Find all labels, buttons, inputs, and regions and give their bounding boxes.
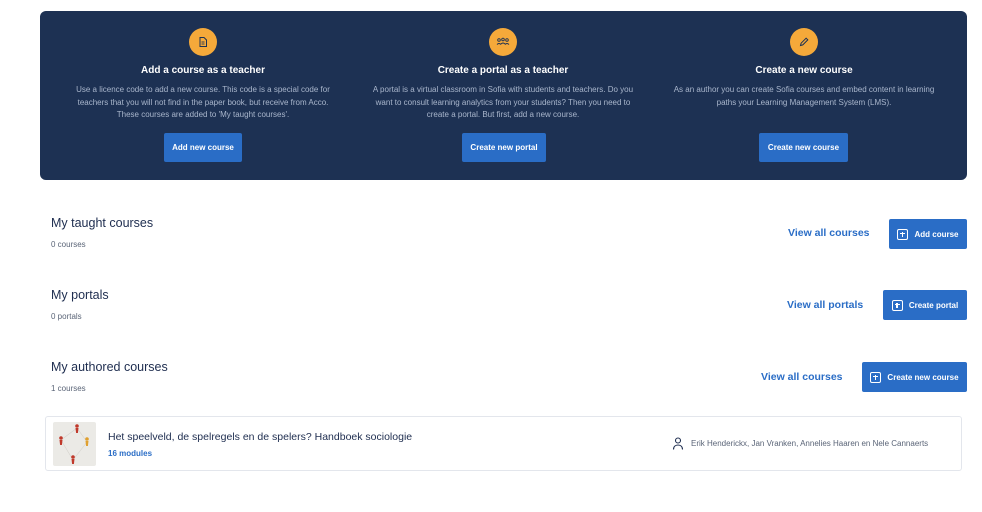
section-title: My portals [51, 288, 109, 302]
add-new-course-button[interactable]: Add new course [164, 133, 242, 162]
button-label: Create new course [887, 372, 959, 382]
hero-title: Add a course as a teacher [141, 65, 265, 76]
authored-courses-section: My authored courses 1 courses [51, 360, 168, 393]
create-new-course-section-button[interactable]: Create new course [862, 362, 967, 392]
hero-description: Use a licence code to add a new course. … [76, 85, 330, 119]
pencil-icon [790, 28, 818, 56]
hero-column-create-portal: Create a portal as a teacher A portal is… [353, 11, 653, 180]
course-thumbnail [53, 422, 96, 466]
person-icon [672, 437, 684, 450]
view-all-taught-courses-link[interactable]: View all courses [788, 227, 870, 239]
plus-square-icon [891, 299, 903, 311]
section-title: My taught courses [51, 216, 154, 230]
hero-title: Create a new course [755, 65, 853, 76]
hero-title: Create a portal as a teacher [437, 65, 569, 76]
course-title: Het speelveld, de spelregels en de spele… [108, 431, 413, 443]
create-new-portal-button[interactable]: Create new portal [462, 133, 546, 162]
button-label: Create portal [908, 300, 959, 310]
button-label: Add course [914, 229, 959, 239]
taught-courses-section: My taught courses 0 courses [51, 216, 153, 249]
hero-banner: Add a course as a teacher Use a licence … [40, 11, 967, 180]
view-all-portals-link[interactable]: View all portals [787, 299, 863, 311]
create-new-course-button[interactable]: Create new course [759, 133, 848, 162]
add-course-button[interactable]: Add course [889, 219, 967, 249]
hero-description: A portal is a virtual classroom in Sofia… [372, 85, 634, 119]
plus-square-icon [897, 228, 909, 240]
section-title: My authored courses [51, 360, 168, 374]
group-icon [489, 28, 517, 56]
section-count: 0 courses [51, 240, 86, 249]
section-count: 0 portals [51, 312, 82, 321]
hero-column-create-course: Create a new course As an author you can… [654, 11, 954, 180]
course-modules-count: 16 modules [108, 449, 153, 458]
view-all-authored-courses-link[interactable]: View all courses [761, 371, 843, 383]
course-card[interactable]: Het speelveld, de spelregels en de spele… [45, 416, 962, 471]
course-authors: Erik Henderickx, Jan Vranken, Annelies H… [691, 439, 929, 448]
portals-section: My portals 0 portals [51, 288, 109, 321]
section-count: 1 courses [51, 384, 86, 393]
create-portal-button[interactable]: Create portal [883, 290, 967, 320]
document-icon [189, 28, 217, 56]
hero-column-add-course: Add a course as a teacher Use a licence … [53, 11, 353, 180]
hero-description: As an author you can create Sofia course… [673, 85, 935, 107]
plus-square-icon [870, 371, 882, 383]
